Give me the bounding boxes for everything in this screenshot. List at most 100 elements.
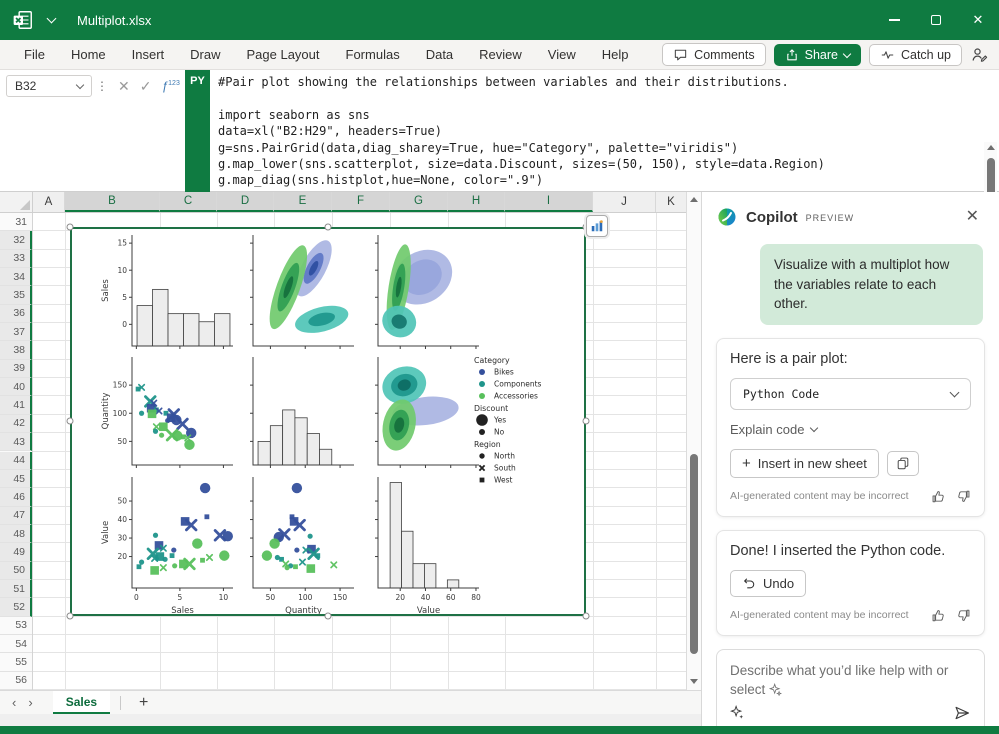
share-button[interactable]: Share <box>774 44 861 66</box>
row-header-55[interactable]: 55 <box>0 653 32 671</box>
catch-up-button[interactable]: Catch up <box>869 44 962 66</box>
code-type-dropdown[interactable]: Python Code <box>730 378 971 410</box>
row-header-33[interactable]: 33 <box>0 250 32 268</box>
people-edit-icon[interactable] <box>970 46 989 64</box>
grid-scrollbar-thumb[interactable] <box>690 454 698 654</box>
row-header-44[interactable]: 44 <box>0 452 32 470</box>
select-all-corner[interactable] <box>0 192 33 213</box>
row-header-31[interactable]: 31 <box>0 213 32 231</box>
row-header-49[interactable]: 49 <box>0 543 32 561</box>
row-header-35[interactable]: 35 <box>0 286 32 304</box>
column-header-H[interactable]: H <box>448 192 505 212</box>
column-header-C[interactable]: C <box>160 192 217 212</box>
chart-selection-handle[interactable] <box>67 418 74 425</box>
embedded-chart[interactable]: 051015Sales50100150Quantity051020304050V… <box>70 227 586 616</box>
thumbs-up-icon[interactable] <box>931 489 946 504</box>
grid-scroll-up-icon[interactable] <box>690 197 698 202</box>
ribbon-tab-data[interactable]: Data <box>414 43 465 66</box>
titlebar-chevron-icon[interactable] <box>47 14 57 24</box>
maximize-button[interactable] <box>915 0 957 40</box>
row-header-37[interactable]: 37 <box>0 323 32 341</box>
ribbon-tab-page-layout[interactable]: Page Layout <box>235 43 332 66</box>
row-header-46[interactable]: 46 <box>0 488 32 506</box>
undo-button[interactable]: Undo <box>730 570 806 597</box>
close-button[interactable]: ✕ <box>957 0 999 40</box>
row-header-54[interactable]: 54 <box>0 635 32 653</box>
column-header-B[interactable]: B <box>65 192 160 212</box>
row-header-34[interactable]: 34 <box>0 268 32 286</box>
svg-text:Region: Region <box>474 440 501 449</box>
column-header-E[interactable]: E <box>274 192 332 212</box>
python-function-icon[interactable]: ƒ123 <box>161 79 179 93</box>
catch-up-icon <box>880 48 895 62</box>
chart-selection-handle[interactable] <box>583 418 590 425</box>
copilot-close-button[interactable]: ✕ <box>960 207 985 227</box>
row-header-51[interactable]: 51 <box>0 580 32 598</box>
row-header-47[interactable]: 47 <box>0 507 32 525</box>
row-header-38[interactable]: 38 <box>0 341 32 359</box>
sheet-tab-sales[interactable]: Sales <box>53 691 110 714</box>
chart-selection-handle[interactable] <box>325 613 332 620</box>
cancel-entry-icon[interactable]: ✕ <box>118 78 130 95</box>
send-button[interactable] <box>953 705 971 721</box>
ribbon-tab-draw[interactable]: Draw <box>178 43 232 66</box>
row-header-32[interactable]: 32 <box>0 231 32 249</box>
column-header-I[interactable]: I <box>505 192 593 212</box>
svg-text:10: 10 <box>117 266 127 275</box>
row-header-52[interactable]: 52 <box>0 598 32 616</box>
prompt-sparkle-button[interactable] <box>730 705 745 720</box>
done-card: Done! I inserted the Python code. Undo A… <box>716 530 985 636</box>
ribbon-tabs: FileHomeInsertDrawPage LayoutFormulasDat… <box>0 43 641 66</box>
column-header-G[interactable]: G <box>390 192 448 212</box>
chart-quick-action-button[interactable] <box>586 215 608 237</box>
ribbon-tab-file[interactable]: File <box>12 43 57 66</box>
column-header-D[interactable]: D <box>217 192 274 212</box>
row-header-45[interactable]: 45 <box>0 470 32 488</box>
row-header-48[interactable]: 48 <box>0 525 32 543</box>
add-sheet-button[interactable]: + <box>131 694 156 712</box>
chart-selection-handle[interactable] <box>583 613 590 620</box>
row-header-53[interactable]: 53 <box>0 617 32 635</box>
column-header-A[interactable]: A <box>33 192 65 212</box>
row-header-40[interactable]: 40 <box>0 378 32 396</box>
chart-selection-handle[interactable] <box>325 224 332 231</box>
grid-scroll-down-icon[interactable] <box>690 679 698 684</box>
row-header-43[interactable]: 43 <box>0 433 32 451</box>
column-header-K[interactable]: K <box>656 192 687 212</box>
column-header-J[interactable]: J <box>593 192 656 212</box>
comments-button[interactable]: Comments <box>662 43 765 66</box>
grid-scrollbar[interactable] <box>686 192 701 690</box>
thumbs-up-icon[interactable] <box>931 608 946 623</box>
formula-bar-drag-handle[interactable]: ⋮ <box>96 79 108 93</box>
excel-app-icon[interactable] <box>12 9 34 31</box>
ribbon-tab-insert[interactable]: Insert <box>120 43 177 66</box>
name-box[interactable]: B32 <box>6 75 92 97</box>
ribbon-tab-formulas[interactable]: Formulas <box>334 43 412 66</box>
next-sheet-icon[interactable]: › <box>28 695 44 710</box>
column-header-F[interactable]: F <box>332 192 390 212</box>
row-header-50[interactable]: 50 <box>0 562 32 580</box>
row-header-42[interactable]: 42 <box>0 415 32 433</box>
ribbon-tab-home[interactable]: Home <box>59 43 118 66</box>
formula-input[interactable]: #Pair plot showing the relationships bet… <box>218 74 978 190</box>
row-header-56[interactable]: 56 <box>0 672 32 690</box>
ribbon-tab-view[interactable]: View <box>536 43 588 66</box>
thumbs-down-icon[interactable] <box>956 489 971 504</box>
row-header-41[interactable]: 41 <box>0 396 32 414</box>
row-header-39[interactable]: 39 <box>0 360 32 378</box>
copy-code-button[interactable] <box>887 451 919 476</box>
ribbon-tab-review[interactable]: Review <box>467 43 534 66</box>
copilot-prompt-input[interactable]: Describe what you’d like help with or se… <box>716 649 985 726</box>
prev-sheet-icon[interactable]: ‹ <box>0 695 28 710</box>
insert-in-new-sheet-button[interactable]: + Insert in new sheet <box>730 449 879 478</box>
scroll-up-icon[interactable] <box>987 145 995 150</box>
chart-selection-handle[interactable] <box>67 224 74 231</box>
chart-selection-handle[interactable] <box>67 613 74 620</box>
code-line-6: g.map_lower(sns.scatterplot, size=data.D… <box>218 156 978 172</box>
thumbs-down-icon[interactable] <box>956 608 971 623</box>
minimize-button[interactable] <box>873 0 915 40</box>
explain-code-link[interactable]: Explain code <box>730 422 971 437</box>
ribbon-tab-help[interactable]: Help <box>590 43 641 66</box>
confirm-entry-icon[interactable]: ✓ <box>140 78 152 95</box>
row-header-36[interactable]: 36 <box>0 305 32 323</box>
